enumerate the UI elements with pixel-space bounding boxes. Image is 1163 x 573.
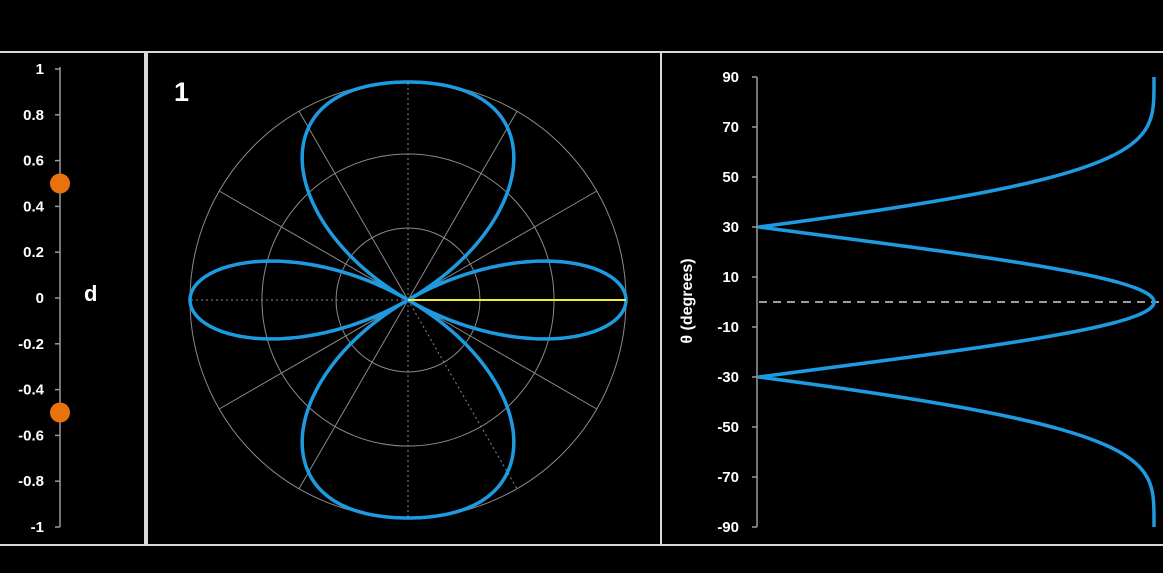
theta-plot-panel: 90 70 50 30 10 -10 -30 -50 -70 -90 θ (degrees) [660, 51, 1163, 546]
d-tick-label: 0 [36, 290, 44, 307]
d-axis-chart: 1 0.8 0.6 0.4 0.2 0 -0.2 -0.4 -0.6 -0.8 -1 d [18, 61, 97, 536]
d-axis-panel: 1 0.8 0.6 0.4 0.2 0 -0.2 -0.4 -0.6 -0.8 -1 d [0, 51, 146, 546]
theta-tick-label: 50 [722, 169, 739, 186]
theta-tick-label: -90 [717, 519, 739, 536]
polar-plot-panel: 1 [146, 51, 662, 546]
d-tick-label: -0.4 [18, 382, 45, 399]
theta-tick-label: -10 [717, 319, 739, 336]
theta-tick-label: -30 [717, 369, 739, 386]
d-slider-handle[interactable] [50, 173, 70, 194]
d-tick-label: 0.4 [23, 198, 45, 215]
d-tick-label: 0.2 [23, 244, 44, 261]
d-tick-label: -0.2 [18, 336, 44, 353]
d-tick-label: -0.6 [18, 427, 44, 444]
d-tick-label: 0.6 [23, 153, 44, 170]
d-tick-label: 0.8 [23, 107, 44, 124]
theta-tick-label: 10 [722, 269, 739, 286]
theta-tick-label: 30 [722, 219, 739, 236]
theta-plot: 90 70 50 30 10 -10 -30 -50 -70 -90 θ (degrees) [679, 69, 1163, 536]
theta-tick-label: 70 [722, 119, 739, 136]
theta-tick-label: 90 [722, 69, 739, 86]
panel-number-label: 1 [174, 77, 189, 107]
d-tick-label: -1 [31, 519, 44, 536]
theta-tick-label: -70 [717, 469, 739, 486]
d-tick-label: 1 [36, 61, 44, 78]
polar-plot: 1 [174, 77, 628, 520]
theta-tick-label: -50 [717, 419, 739, 436]
d-slider-handle[interactable] [50, 402, 70, 423]
theta-axis-label: θ (degrees) [679, 258, 696, 343]
d-axis-label: d [84, 281, 97, 306]
d-tick-label: -0.8 [18, 473, 44, 490]
